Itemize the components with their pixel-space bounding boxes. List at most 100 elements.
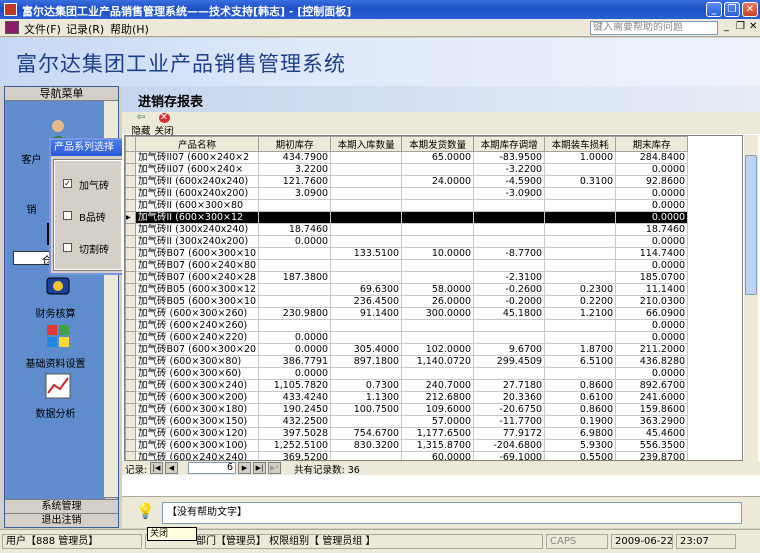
minimize-button[interactable]: _ [706,2,722,17]
col-header[interactable]: 本期库存调增 [473,136,546,152]
row-selector[interactable] [125,451,136,460]
table-row[interactable]: 加气砖 (600×240×240) 369.5200 60.0000 -69.1000… [125,451,689,460]
menu-record[interactable]: 记录(R) [66,21,104,37]
table-row[interactable]: 加气砖II (600x240x200) 3.0900 -3.0900 0.0000 [125,187,689,200]
table-row[interactable]: 加气砖II (300x240x240) 18.7460 18.7460 [125,223,689,236]
nav-item-finance[interactable]: 财务核算 [0,305,112,320]
table-row[interactable]: ▸ 加气砖II (600×300×12 0.0000 [125,211,689,224]
nav-logout[interactable]: 退出注销 [5,513,118,527]
row-selector[interactable] [125,271,136,284]
value-cell[interactable] [330,211,403,224]
checkbox-b-grade-brick[interactable] [63,211,72,220]
value-cell[interactable]: 0.3100 [544,175,617,188]
value-cell[interactable]: 109.6000 [401,403,475,416]
value-cell[interactable] [258,199,332,212]
value-cell[interactable]: 0.1900 [544,415,617,428]
row-selector[interactable] [125,379,136,392]
value-cell[interactable] [544,187,617,200]
value-cell[interactable]: 27.7180 [473,379,546,392]
value-cell[interactable]: 0.0000 [615,259,689,272]
table-row[interactable]: 加气砖 (600×240×260) 0.0000 [125,319,689,332]
value-cell[interactable]: 20.3360 [473,391,546,404]
value-cell[interactable] [258,283,332,296]
value-cell[interactable]: 436.8280 [615,355,689,368]
value-cell[interactable]: 284.8400 [615,151,689,164]
hide-button[interactable]: ⇦ 隐藏 [130,112,152,138]
checkbox-cut-brick[interactable] [63,243,72,252]
value-cell[interactable]: 0.0000 [258,343,332,356]
value-cell[interactable] [330,175,403,188]
value-cell[interactable]: 6.9800 [544,427,617,440]
value-cell[interactable]: -8.7700 [473,247,546,260]
settings-icon[interactable] [45,323,71,349]
value-cell[interactable] [401,319,475,332]
value-cell[interactable] [544,247,617,260]
row-selector[interactable] [125,307,136,320]
value-cell[interactable]: 190.2450 [258,403,332,416]
value-cell[interactable]: 102.0000 [401,343,475,356]
table-row[interactable]: 加气砖B05 (600×300×10 236.4500 26.0000 -0.2000… [125,295,689,308]
value-cell[interactable] [473,331,546,344]
value-cell[interactable] [544,223,617,236]
value-cell[interactable]: 236.4500 [330,295,403,308]
value-cell[interactable]: -11.7700 [473,415,546,428]
product-name-cell[interactable]: 加气砖II (600x240x240) [134,175,260,188]
prev-record-icon[interactable]: ◀ [165,462,178,474]
value-cell[interactable]: 9.6700 [473,343,546,356]
value-cell[interactable]: 187.3800 [258,271,332,284]
value-cell[interactable]: 133.5100 [330,247,403,260]
table-row[interactable]: 加气砖II (300x240x200) 0.0000 0.0000 [125,235,689,248]
value-cell[interactable] [473,223,546,236]
table-row[interactable]: 加气砖II (600×300×80 0.0000 [125,199,689,212]
value-cell[interactable]: 3.2200 [258,163,332,176]
menu-help[interactable]: 帮助(H) [110,21,149,37]
value-cell[interactable]: -2.3100 [473,271,546,284]
value-cell[interactable]: 386.7791 [258,355,332,368]
value-cell[interactable] [544,163,617,176]
table-row[interactable]: 加气砖 (600×300×100) 1,252.5100 830.3200 1,315… [125,439,689,452]
value-cell[interactable] [330,235,403,248]
nav-system-management[interactable]: 系统管理 [5,499,118,513]
value-cell[interactable]: 305.4000 [330,343,403,356]
row-selector[interactable] [125,223,136,236]
nav-item-data-analysis[interactable]: 数据分析 [0,405,112,420]
value-cell[interactable]: 60.0000 [401,451,475,460]
value-cell[interactable]: 10.0000 [401,247,475,260]
value-cell[interactable]: 1,140.0720 [401,355,475,368]
table-row[interactable]: 加气砖 (600×300×260) 230.9800 91.1400 300.0000… [125,307,689,320]
value-cell[interactable] [330,415,403,428]
product-name-cell[interactable]: 加气砖II (600x240x200) [134,187,260,200]
value-cell[interactable] [330,163,403,176]
value-cell[interactable]: 159.8600 [615,403,689,416]
value-cell[interactable] [401,223,475,236]
value-cell[interactable]: 0.2300 [544,283,617,296]
value-cell[interactable]: 24.0000 [401,175,475,188]
row-selector[interactable] [125,247,136,260]
product-name-cell[interactable]: 加气砖 (600×300×120) [134,427,260,440]
value-cell[interactable] [258,259,332,272]
value-cell[interactable]: 58.0000 [401,283,475,296]
value-cell[interactable] [258,319,332,332]
product-name-cell[interactable]: 加气砖B05 (600×300×10 [134,295,260,308]
value-cell[interactable]: 1.1300 [330,391,403,404]
value-cell[interactable]: 897.1800 [330,355,403,368]
value-cell[interactable] [401,331,475,344]
value-cell[interactable]: 91.1400 [330,307,403,320]
table-row[interactable]: 加气砖II07 (600×240× 3.2200 -3.2200 0.0000 [125,163,689,176]
value-cell[interactable]: 6.5100 [544,355,617,368]
value-cell[interactable]: 754.6700 [330,427,403,440]
value-cell[interactable]: 0.6100 [544,391,617,404]
value-cell[interactable]: 0.0000 [615,187,689,200]
row-selector[interactable] [125,151,136,164]
restore-button[interactable]: ❐ [724,2,740,17]
value-cell[interactable]: 45.1800 [473,307,546,320]
value-cell[interactable]: 0.8600 [544,379,617,392]
value-cell[interactable] [401,187,475,200]
value-cell[interactable]: 100.7500 [330,403,403,416]
value-cell[interactable] [473,259,546,272]
value-cell[interactable]: 210.0300 [615,295,689,308]
table-row[interactable]: 加气砖 (600×300×240) 1,105.7820 0.7300 240.700… [125,379,689,392]
product-name-cell[interactable]: 加气砖II (600×300×12 [134,211,260,224]
value-cell[interactable] [330,319,403,332]
product-name-cell[interactable]: 加气砖B07 (600×300×10 [134,247,260,260]
